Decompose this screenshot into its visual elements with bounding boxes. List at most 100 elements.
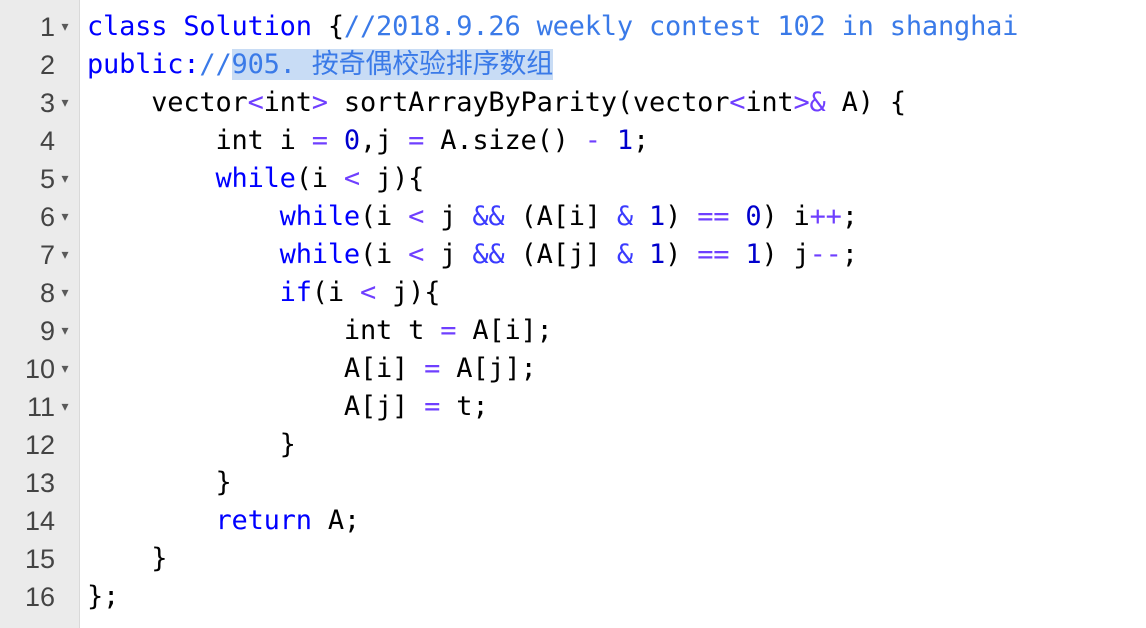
code-token: A.size() (424, 125, 585, 156)
code-token: } (87, 543, 168, 574)
line-number-gutter: 1 ▾ 2 3 ▾ 4 5 ▾ 6 ▾ 7 ▾ 8 ▾ 9 ▾ 10 ▾ 11 ▾ 12 13 14 15 16 (0, 0, 80, 628)
fold-toggle-icon[interactable]: ▾ (57, 8, 73, 46)
code-line[interactable]: public://905. 按奇偶校验排序数组 (87, 46, 1146, 84)
gutter-row: 3 ▾ (0, 84, 79, 122)
code-comment: //2018.9.26 weekly contest 102 in shangh… (343, 11, 1019, 42)
code-line[interactable]: int t = A[i]; (87, 312, 1146, 350)
code-token: ; (841, 201, 858, 232)
code-token: (A[j] (504, 239, 617, 270)
fold-toggle-icon[interactable]: ▾ (57, 388, 73, 426)
code-token: while (279, 239, 360, 270)
line-number: 2 (39, 50, 55, 80)
code-line[interactable]: vector<int> sortArrayByParity(vector<int… (87, 84, 1146, 122)
code-line[interactable]: } (87, 464, 1146, 502)
gutter-row: 15 (0, 540, 79, 578)
code-line[interactable]: while(i < j && (A[i] & 1) == 0) i++; (87, 198, 1146, 236)
line-number: 4 (39, 126, 55, 156)
code-token: int t (87, 315, 441, 346)
code-line[interactable]: }; (87, 578, 1146, 616)
code-comment: // (199, 49, 232, 80)
code-token: A[i]; (456, 315, 553, 346)
line-number: 8 (39, 278, 55, 308)
code-area[interactable]: class Solution {//2018.9.26 weekly conte… (80, 0, 1146, 628)
code-token: 1 (745, 239, 762, 270)
code-token: A[j]; (440, 353, 537, 384)
code-token: ) (665, 201, 698, 232)
code-token: vector (87, 87, 248, 118)
code-token: = (424, 391, 441, 422)
code-token: < (408, 239, 425, 270)
fold-toggle-icon[interactable]: ▾ (57, 236, 73, 274)
code-token: (i (359, 201, 409, 232)
code-token: j){ (376, 277, 441, 308)
code-line[interactable]: return A; (87, 502, 1146, 540)
code-token: A) { (825, 87, 906, 118)
code-line[interactable]: A[j] = t; (87, 388, 1146, 426)
code-token: }; (87, 581, 120, 612)
line-number: 13 (24, 468, 55, 498)
code-token: && (472, 239, 505, 270)
gutter-row: 9 ▾ (0, 312, 79, 350)
code-token: } (87, 467, 232, 498)
code-line[interactable]: int i = 0,j = A.size() - 1; (87, 122, 1146, 160)
code-token: { (327, 11, 344, 42)
code-line[interactable]: } (87, 426, 1146, 464)
code-token: < (359, 277, 377, 308)
fold-toggle-icon[interactable]: ▾ (57, 312, 73, 350)
code-token: ,j (359, 125, 409, 156)
gutter-row: 13 (0, 464, 79, 502)
code-token: (A[i] (504, 201, 617, 232)
code-token: int (745, 87, 794, 118)
code-token: while (279, 201, 360, 232)
code-token: public: (87, 49, 200, 80)
code-token: (i (359, 239, 409, 270)
code-token: j (424, 239, 473, 270)
code-token: A; (311, 505, 360, 536)
fold-toggle-icon[interactable]: ▾ (57, 84, 73, 122)
code-token: == (697, 201, 730, 232)
code-token: ++ (809, 201, 842, 232)
code-token: = (311, 125, 328, 156)
line-number: 1 (39, 12, 55, 42)
fold-toggle-icon[interactable]: ▾ (57, 160, 73, 198)
code-token: - (584, 125, 601, 156)
line-number: 16 (24, 582, 55, 612)
gutter-row: 8 ▾ (0, 274, 79, 312)
gutter-row: 2 (0, 46, 79, 84)
code-token: if (279, 277, 312, 308)
code-token: < (247, 87, 264, 118)
code-line[interactable]: if(i < j){ (87, 274, 1146, 312)
gutter-row: 12 (0, 426, 79, 464)
fold-toggle-icon[interactable]: ▾ (57, 350, 73, 388)
code-token: ; (632, 125, 650, 156)
line-number: 14 (24, 506, 55, 536)
code-line[interactable]: A[i] = A[j]; (87, 350, 1146, 388)
code-line[interactable]: while(i < j){ (87, 160, 1146, 198)
code-line[interactable]: class Solution {//2018.9.26 weekly conte… (87, 8, 1146, 46)
fold-toggle-icon[interactable]: ▾ (57, 274, 73, 312)
code-token: ) (665, 239, 698, 270)
code-token: sortArrayByParity(vector (327, 87, 730, 118)
gutter-row: 5 ▾ (0, 160, 79, 198)
fold-toggle-icon[interactable]: ▾ (57, 198, 73, 236)
code-token: 0 (745, 201, 762, 232)
code-token: = (408, 125, 425, 156)
code-line[interactable]: while(i < j && (A[j] & 1) == 1) j--; (87, 236, 1146, 274)
line-number: 15 (24, 544, 55, 574)
line-number: 11 (26, 392, 55, 422)
code-token: class Solution (87, 11, 328, 42)
code-editor[interactable]: 1 ▾ 2 3 ▾ 4 5 ▾ 6 ▾ 7 ▾ 8 ▾ 9 ▾ 10 ▾ 11 ▾ 12 13 14 15 16 class S… (0, 0, 1146, 628)
code-line[interactable]: } (87, 540, 1146, 578)
code-token: -- (809, 239, 842, 270)
code-token: A[i] (87, 353, 425, 384)
line-number: 12 (24, 430, 55, 460)
code-token: A[j] (87, 391, 425, 422)
gutter-row: 11 ▾ (0, 388, 79, 426)
